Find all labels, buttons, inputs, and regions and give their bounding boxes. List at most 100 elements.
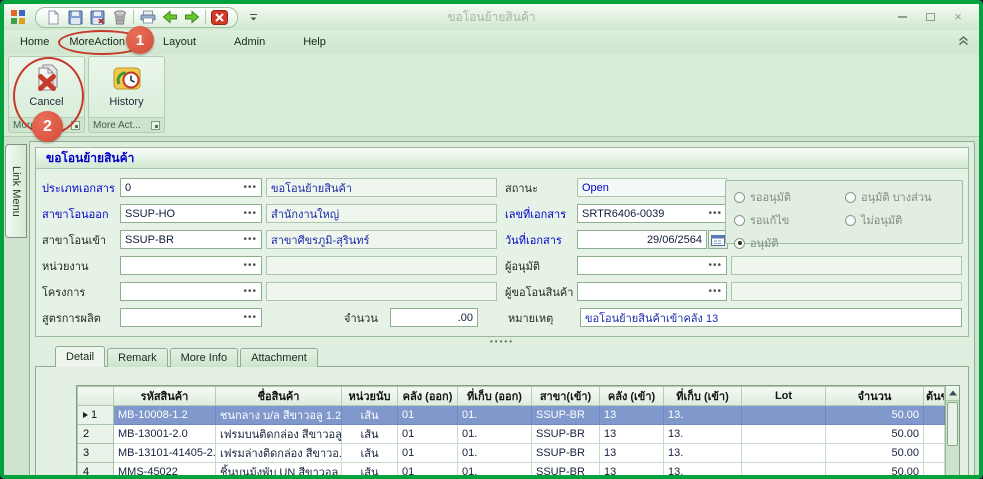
delete-icon[interactable]	[110, 8, 129, 27]
cell-warehouse-in[interactable]: 13	[600, 425, 664, 444]
tab-detail[interactable]: Detail	[55, 346, 105, 367]
radio-approved[interactable]: อนุมัติ	[734, 234, 845, 252]
toolbar-overflow-icon[interactable]	[244, 8, 263, 27]
maximize-button[interactable]	[923, 11, 937, 23]
lookup-ellipsis-icon[interactable]	[243, 184, 257, 192]
project-input[interactable]	[120, 282, 262, 301]
cell-unit[interactable]: เส้น	[342, 425, 398, 444]
cell-lot[interactable]	[742, 444, 826, 463]
remark-input[interactable]: ขอโอนย้ายสินค้าเข้าคลัง 13	[580, 308, 962, 327]
dialog-launcher-icon[interactable]	[151, 121, 160, 130]
cell-unit[interactable]: เส้น	[342, 406, 398, 425]
splitter-handle[interactable]	[35, 337, 969, 346]
tab-moreaction[interactable]: MoreAction	[59, 31, 135, 53]
cell-location-out[interactable]: 01.	[458, 463, 532, 479]
minimize-button[interactable]	[895, 11, 909, 23]
cell-cost[interactable]	[924, 406, 945, 425]
cell-warehouse-out[interactable]: 01	[398, 406, 458, 425]
close-button[interactable]: ×	[951, 11, 965, 23]
cell-lot[interactable]	[742, 406, 826, 425]
col-warehouse-out[interactable]: คลัง (ออก)	[398, 387, 458, 406]
table-row[interactable]: 3 MB-13101-41405-2.0 เฟรมล่างติดกล่อง สี…	[78, 444, 945, 463]
row-indicator[interactable]: 1	[78, 406, 114, 425]
cell-lot[interactable]	[742, 463, 826, 479]
col-unit[interactable]: หน่วยนับ	[342, 387, 398, 406]
tab-layout[interactable]: Layout	[153, 31, 206, 53]
branch-out-input[interactable]: SSUP-HO	[120, 204, 262, 223]
cell-item-code[interactable]: MB-13101-41405-2.0	[114, 444, 216, 463]
close-document-icon[interactable]	[210, 8, 229, 27]
col-location-in[interactable]: ที่เก็บ (เข้า)	[664, 387, 742, 406]
collapse-ribbon-icon[interactable]	[958, 36, 969, 49]
forward-icon[interactable]	[182, 8, 201, 27]
tab-help[interactable]: Help	[293, 31, 336, 53]
cell-warehouse-in[interactable]: 13	[600, 463, 664, 479]
radio-pending-edit[interactable]: รอแก้ไข	[734, 211, 845, 229]
cell-warehouse-in[interactable]: 13	[600, 444, 664, 463]
approver-input[interactable]	[577, 256, 727, 275]
col-cost[interactable]: ต้นข	[924, 387, 945, 406]
cell-item-code[interactable]: MMS-45022	[114, 463, 216, 479]
cell-cost[interactable]	[924, 425, 945, 444]
cell-cost[interactable]	[924, 444, 945, 463]
tab-home[interactable]: Home	[10, 31, 59, 53]
cell-quantity[interactable]: 50.00	[826, 444, 924, 463]
radio-pending-approval[interactable]: รออนุมัติ	[734, 188, 845, 206]
print-icon[interactable]	[138, 8, 157, 27]
cell-quantity[interactable]: 50.00	[826, 463, 924, 479]
scroll-up-icon[interactable]	[946, 386, 959, 401]
tab-remark[interactable]: Remark	[107, 348, 168, 367]
app-icon[interactable]	[9, 8, 27, 26]
cell-location-out[interactable]: 01.	[458, 425, 532, 444]
cell-location-in[interactable]: 13.	[664, 463, 742, 479]
cell-branch-in[interactable]: SSUP-BR	[532, 425, 600, 444]
lookup-ellipsis-icon[interactable]	[708, 262, 722, 270]
cell-location-in[interactable]: 13.	[664, 406, 742, 425]
cell-item-code[interactable]: MB-10008-1.2	[114, 406, 216, 425]
row-indicator[interactable]: 4	[78, 463, 114, 479]
history-button[interactable]: History	[94, 60, 160, 117]
doc-type-input[interactable]: 0	[120, 178, 262, 197]
cell-warehouse-in[interactable]: 13	[600, 406, 664, 425]
cell-unit[interactable]: เส้น	[342, 444, 398, 463]
lookup-ellipsis-icon[interactable]	[243, 314, 257, 322]
new-document-icon[interactable]	[44, 8, 63, 27]
cell-quantity[interactable]: 50.00	[826, 425, 924, 444]
lookup-ellipsis-icon[interactable]	[243, 262, 257, 270]
table-row[interactable]: 2 MB-13001-2.0 เฟรมบนติดกล่อง สีขาวอลู..…	[78, 425, 945, 444]
cell-branch-in[interactable]: SSUP-BR	[532, 444, 600, 463]
vertical-scrollbar[interactable]	[945, 386, 959, 479]
cell-location-out[interactable]: 01.	[458, 406, 532, 425]
cell-unit[interactable]: เส้น	[342, 463, 398, 479]
cell-item-code[interactable]: MB-13001-2.0	[114, 425, 216, 444]
cell-location-in[interactable]: 13.	[664, 425, 742, 444]
cell-warehouse-out[interactable]: 01	[398, 444, 458, 463]
link-menu-tab[interactable]: Link Menu	[5, 144, 27, 238]
lookup-ellipsis-icon[interactable]	[243, 288, 257, 296]
cell-branch-in[interactable]: SSUP-BR	[532, 463, 600, 479]
cell-item-name[interactable]: เฟรมล่างติดกล่อง สีขาวอ...	[216, 444, 342, 463]
radio-not-approved[interactable]: ไม่อนุมัติ	[845, 211, 956, 229]
scrollbar-thumb[interactable]	[947, 402, 958, 446]
cell-cost[interactable]	[924, 463, 945, 479]
quantity-input[interactable]: .00	[390, 308, 478, 327]
col-lot[interactable]: Lot	[742, 387, 826, 406]
save-close-icon[interactable]	[88, 8, 107, 27]
lookup-ellipsis-icon[interactable]	[243, 210, 257, 218]
doc-no-input[interactable]: SRTR6406-0039	[577, 204, 727, 223]
tab-more-info[interactable]: More Info	[170, 348, 238, 367]
cell-warehouse-out[interactable]: 01	[398, 425, 458, 444]
lookup-ellipsis-icon[interactable]	[708, 288, 722, 296]
col-quantity[interactable]: จำนวน	[826, 387, 924, 406]
col-item-code[interactable]: รหัสสินค้า	[114, 387, 216, 406]
table-row[interactable]: 1 MB-10008-1.2 ชนกลาง บ/ล สีขาวอลู 1.2..…	[78, 406, 945, 425]
row-indicator[interactable]: 3	[78, 444, 114, 463]
radio-partial-approval[interactable]: อนุมัติ บางส่วน	[845, 188, 956, 206]
cancel-button[interactable]: Cancel	[14, 60, 80, 117]
cell-lot[interactable]	[742, 425, 826, 444]
row-indicator[interactable]: 2	[78, 425, 114, 444]
requester-input[interactable]	[577, 282, 727, 301]
doc-date-input[interactable]: 29/06/2564	[577, 230, 707, 249]
cell-branch-in[interactable]: SSUP-BR	[532, 406, 600, 425]
col-item-name[interactable]: ชื่อสินค้า	[216, 387, 342, 406]
